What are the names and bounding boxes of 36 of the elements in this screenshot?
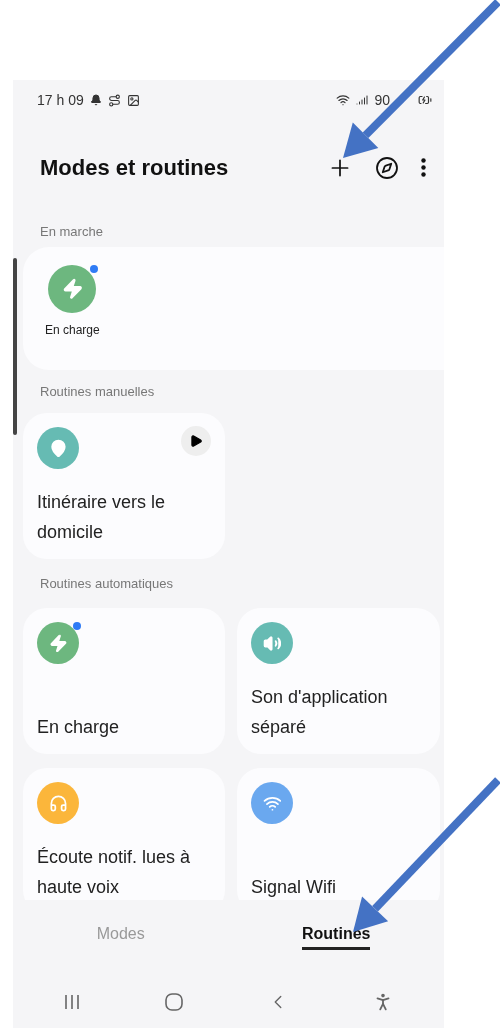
wifi-icon (336, 93, 351, 107)
routine-title: Itinéraire vers le domicile (37, 491, 167, 544)
section-title: Routines manuelles (39, 383, 156, 401)
routine-title: En charge (37, 716, 121, 739)
more-options-button[interactable] (421, 158, 426, 177)
routine-card[interactable]: Son d'application séparé (237, 608, 440, 754)
play-icon (189, 434, 203, 448)
speaker-icon (262, 633, 282, 653)
lightning-icon (61, 278, 84, 300)
section-title: Routines automatiques (39, 575, 174, 593)
signal-icon (356, 94, 369, 106)
page-title: Modes et routines (40, 154, 230, 181)
bell-icon (89, 94, 102, 106)
more-icon (421, 158, 426, 177)
routine-card[interactable]: Itinéraire vers le domicile (23, 413, 225, 559)
battery-icon (418, 93, 432, 107)
routine-card[interactable]: Écoute notif. lues à haute voix (23, 768, 225, 900)
routine-title: Écoute notif. lues à haute voix (37, 846, 192, 899)
recent-apps-icon[interactable] (62, 992, 81, 1011)
lightning-icon (48, 633, 68, 653)
home-icon[interactable] (163, 991, 184, 1012)
routine-card[interactable]: Signal Wifi (237, 768, 440, 900)
image-icon (126, 93, 140, 107)
status-time: 17 h 09 (37, 92, 84, 108)
location-pin-icon (48, 438, 68, 458)
routine-title: Signal Wifi (251, 876, 338, 899)
route-icon (107, 93, 121, 107)
routine-title: Son d'application séparé (251, 686, 389, 739)
compass-icon (375, 155, 399, 180)
section-title: En marche (39, 222, 104, 241)
routine-card[interactable]: En charge (23, 608, 225, 754)
compass-button[interactable] (375, 155, 399, 180)
routine-label: En charge (45, 323, 100, 337)
battery-level: 90 (374, 92, 390, 108)
headphones-icon (48, 793, 68, 813)
play-button[interactable] (181, 426, 211, 456)
